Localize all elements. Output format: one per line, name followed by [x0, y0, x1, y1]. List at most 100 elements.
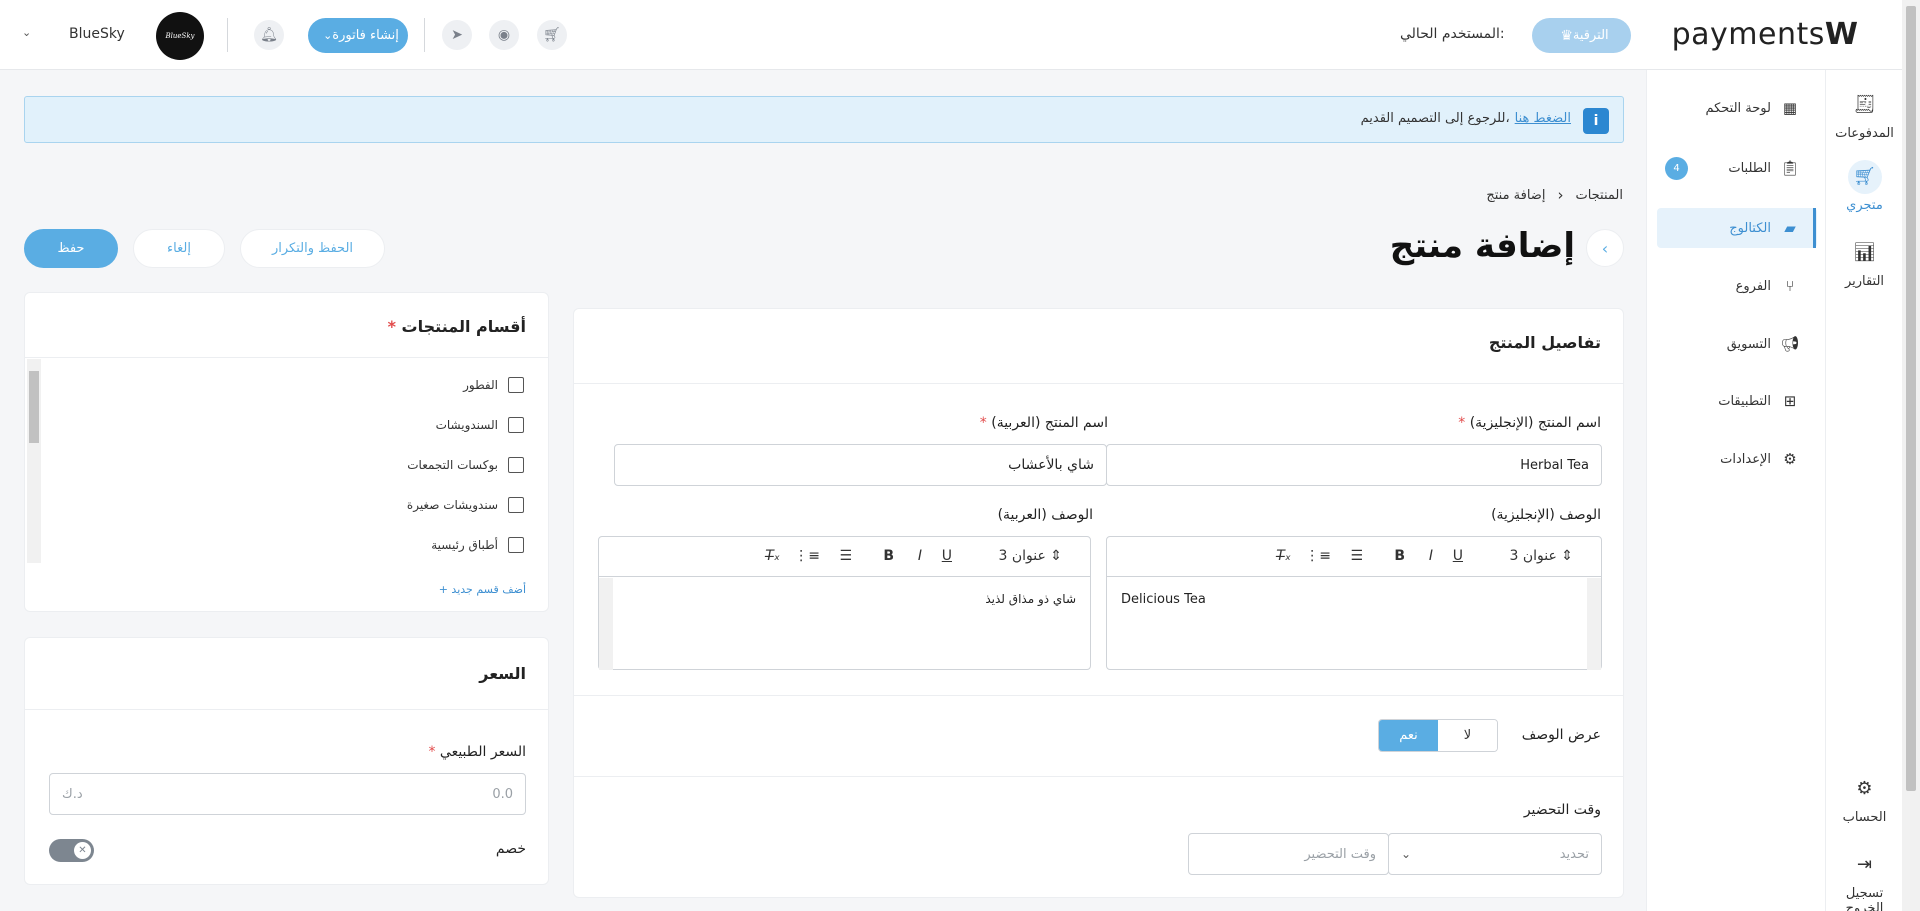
category-item[interactable]: السندويشات — [436, 417, 524, 433]
nav-label: الطلبات — [1728, 160, 1771, 176]
regular-price-input[interactable]: د.ك 0.0 — [49, 773, 526, 815]
upgrade-button[interactable]: ♛ الترقية — [1532, 18, 1631, 53]
brand-logo[interactable]: payments W — [1672, 14, 1860, 54]
italic-icon[interactable]: I — [918, 548, 922, 564]
close-icon: ✕ — [74, 842, 91, 859]
upgrade-label: الترقية — [1572, 28, 1609, 43]
breadcrumb-current: إضافة منتج — [1486, 187, 1546, 203]
scrollbar-thumb[interactable] — [29, 371, 39, 443]
back-button[interactable]: ‹ — [1586, 229, 1624, 267]
cart-icon[interactable]: 🛒︎ — [537, 20, 567, 50]
no-option[interactable]: لا — [1438, 720, 1497, 751]
editor-scrollbar[interactable] — [599, 578, 613, 670]
clear-format-icon[interactable]: T̶ₓ — [765, 548, 780, 564]
nav-item-apps[interactable]: التطبيقات ⊞ — [1657, 381, 1817, 421]
bullet-list-icon[interactable]: ☰ — [839, 548, 852, 564]
desc-ar-editor[interactable]: عنوان 3 ⇕ U I B ☰ ⋮≡ T̶ₓ شاي ذو مذاق لذي… — [598, 536, 1091, 670]
nav-item-settings[interactable]: الإعدادات ⚙ — [1657, 439, 1817, 479]
ordered-list-icon[interactable]: ⋮≡ — [794, 548, 820, 564]
rail-item-account[interactable]: ⚙︎ الحساب — [1826, 772, 1903, 825]
desc-en-label: الوصف (الإنجليزية) — [1491, 507, 1601, 523]
heading-select[interactable]: عنوان 3 ⇕ — [1509, 548, 1573, 564]
nav-item-catalog[interactable]: الكتالوج ▰ — [1657, 208, 1817, 248]
orders-badge: 4 — [1665, 157, 1688, 180]
rail-item-my-store[interactable]: 🛒︎ متجري — [1826, 160, 1903, 213]
save-button[interactable]: حفظ — [24, 229, 118, 268]
clear-format-icon[interactable]: T̶ₓ — [1276, 548, 1291, 564]
show-desc-toggle[interactable]: نعم لا — [1378, 719, 1498, 752]
page-scrollbar[interactable] — [1902, 0, 1920, 911]
divider — [574, 695, 1623, 696]
checkbox[interactable] — [508, 377, 524, 393]
checkbox[interactable] — [508, 417, 524, 433]
checkbox[interactable] — [508, 537, 524, 553]
ordered-list-icon[interactable]: ⋮≡ — [1305, 548, 1331, 564]
discount-label: خصم — [495, 841, 526, 857]
discount-toggle[interactable]: ✕ — [49, 839, 94, 862]
desc-ar-content[interactable]: شاي ذو مذاق لذيذ — [985, 592, 1076, 606]
icon-rail: 🧾︎ المدفوعات 🛒︎ متجري 📊︎ التقارير ⚙︎ الح… — [1825, 70, 1902, 911]
name-en-input[interactable]: Herbal Tea — [1106, 444, 1602, 486]
product-details-card: تفاصيل المنتج * اسم المنتج (الإنجليزية) … — [573, 308, 1624, 898]
category-item[interactable]: سندويشات صغيرة — [407, 497, 524, 513]
rail-label: متجري — [1846, 198, 1883, 213]
account-icon: ⚙︎ — [1856, 778, 1873, 799]
rail-label: تسجيل الخروج — [1845, 886, 1884, 911]
bell-icon[interactable]: 🔔︎ — [254, 20, 284, 50]
editor-scrollbar[interactable] — [1587, 578, 1601, 670]
banner-link[interactable]: الضغط هنا — [1515, 111, 1571, 126]
category-item[interactable]: الفطور — [463, 377, 524, 393]
category-item[interactable]: بوكسات التجمعات — [407, 457, 524, 473]
prep-unit-select[interactable]: ⌄ تحديد — [1388, 833, 1602, 875]
bold-icon[interactable]: B — [883, 548, 894, 564]
store-name[interactable]: BlueSky — [69, 26, 125, 42]
divider — [574, 383, 1623, 384]
category-item[interactable]: أطباق رئيسية — [431, 537, 524, 553]
add-category-link[interactable]: + أضف قسم جديد — [439, 583, 526, 596]
brand-name: payments — [1671, 16, 1825, 52]
save-and-repeat-button[interactable]: الحفظ والتكرار — [240, 229, 385, 268]
desc-en-editor[interactable]: عنوان 3 ⇕ U I B ☰ ⋮≡ T̶ₓ Delicious Tea — [1106, 536, 1602, 670]
create-invoice-button[interactable]: ⌄ إنشاء فاتورة — [308, 18, 408, 53]
yes-option[interactable]: نعم — [1379, 720, 1438, 751]
rail-label: التقارير — [1844, 274, 1885, 289]
divider — [25, 357, 548, 358]
crown-icon: ♛ — [1560, 27, 1573, 44]
eye-icon[interactable]: ◉ — [489, 20, 519, 50]
cancel-button[interactable]: إلغاء — [133, 229, 225, 268]
nav-item-branches[interactable]: الفروع ⑂ — [1657, 266, 1817, 306]
bullet-list-icon[interactable]: ☰ — [1350, 548, 1363, 564]
checkbox[interactable] — [508, 497, 524, 513]
rail-item-logout[interactable]: ⇥ تسجيل الخروج — [1826, 848, 1903, 911]
chevron-down-icon[interactable]: ⌄ — [22, 26, 31, 39]
store-avatar[interactable]: BlueSky — [156, 12, 204, 60]
send-icon[interactable]: ➤ — [442, 20, 472, 50]
categories-card: * أقسام المنتجات الفطور السندويشات بوكسا… — [24, 292, 549, 612]
price-placeholder: 0.0 — [492, 786, 513, 802]
underline-icon[interactable]: U — [942, 548, 952, 564]
nav-label: التسويق — [1726, 336, 1771, 352]
italic-icon[interactable]: I — [1429, 548, 1433, 564]
nav-item-dashboard[interactable]: لوحة التحكم ▦ — [1657, 88, 1817, 128]
desc-en-content[interactable]: Delicious Tea — [1121, 592, 1206, 607]
divider — [424, 18, 425, 52]
bold-icon[interactable]: B — [1394, 548, 1405, 564]
card-title: السعر — [479, 664, 526, 683]
nav-item-marketing[interactable]: التسويق 📢︎ — [1657, 324, 1817, 364]
chevron-left-icon: ‹ — [1557, 186, 1564, 204]
prep-time-input[interactable]: وقت التحضير — [1188, 833, 1389, 875]
name-ar-input[interactable]: شاي بالأعشاب — [614, 444, 1107, 486]
scrollbar-thumb[interactable] — [1906, 6, 1916, 791]
chevron-down-icon: ⌄ — [1401, 847, 1412, 861]
rail-item-reports[interactable]: 📊︎ التقارير — [1826, 236, 1903, 289]
nav-item-orders[interactable]: 4 الطلبات 📋︎ — [1657, 148, 1817, 188]
banner-text: للرجوع إلى التصميم القديم، — [1360, 111, 1510, 126]
gear-icon: ⚙ — [1783, 450, 1797, 468]
heading-select[interactable]: عنوان 3 ⇕ — [998, 548, 1062, 564]
underline-icon[interactable]: U — [1453, 548, 1463, 564]
categories-scrollbar[interactable] — [27, 359, 41, 563]
checkbox[interactable] — [508, 457, 524, 473]
breadcrumb-parent[interactable]: المنتجات — [1575, 188, 1623, 203]
rail-item-payments[interactable]: 🧾︎ المدفوعات — [1826, 88, 1903, 141]
book-icon: ▰ — [1784, 219, 1796, 237]
